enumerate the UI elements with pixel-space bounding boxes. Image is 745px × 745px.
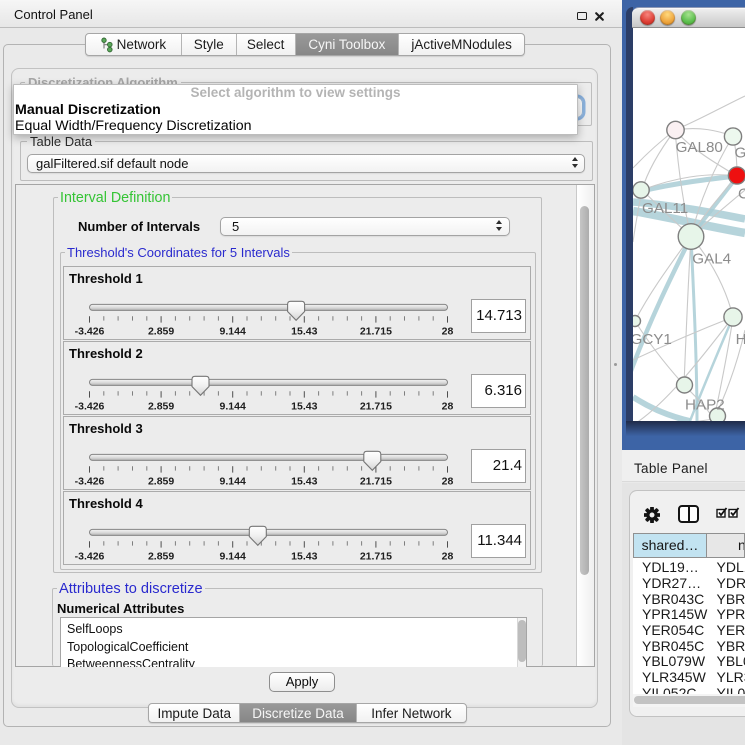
svg-text:21.715: 21.715 xyxy=(360,476,392,488)
svg-text:15.43: 15.43 xyxy=(291,326,317,338)
svg-text:15.43: 15.43 xyxy=(291,401,317,413)
svg-text:-3.426: -3.426 xyxy=(75,551,105,563)
svg-text:-3.426: -3.426 xyxy=(75,326,105,338)
svg-text:21.715: 21.715 xyxy=(360,401,392,413)
svg-text:-3.426: -3.426 xyxy=(75,476,105,488)
svg-text:28: 28 xyxy=(442,401,454,413)
svg-text:GCY1: GCY1 xyxy=(633,331,672,348)
svg-text:28: 28 xyxy=(442,326,454,338)
svg-text:9.144: 9.144 xyxy=(220,401,246,413)
svg-text:GAL11: GAL11 xyxy=(642,200,688,217)
svg-text:21.715: 21.715 xyxy=(360,326,392,338)
svg-text:HAP2: HAP2 xyxy=(685,397,725,414)
svg-text:9.144: 9.144 xyxy=(220,551,246,563)
svg-text:2.859: 2.859 xyxy=(148,326,174,338)
svg-text:15.43: 15.43 xyxy=(291,476,317,488)
svg-text:15.43: 15.43 xyxy=(291,551,317,563)
svg-text:CR: CR xyxy=(738,186,745,203)
svg-text:9.144: 9.144 xyxy=(220,326,246,338)
svg-text:2.859: 2.859 xyxy=(148,476,174,488)
svg-text:2.859: 2.859 xyxy=(148,551,174,563)
svg-text:GAL4: GAL4 xyxy=(692,251,731,268)
svg-text:28: 28 xyxy=(442,476,454,488)
svg-text:HIS: HIS xyxy=(736,331,745,348)
svg-text:-3.426: -3.426 xyxy=(75,401,105,413)
svg-text:28: 28 xyxy=(442,551,454,563)
svg-text:21.715: 21.715 xyxy=(360,551,392,563)
svg-text:9.144: 9.144 xyxy=(220,476,246,488)
svg-text:2.859: 2.859 xyxy=(148,401,174,413)
svg-text:GAL8: GAL8 xyxy=(735,145,745,162)
svg-text:GAL80: GAL80 xyxy=(676,139,723,156)
